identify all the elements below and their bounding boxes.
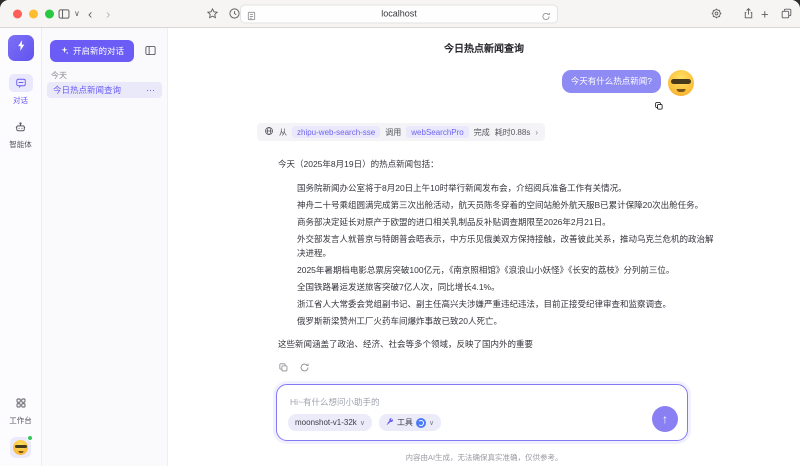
chevron-down-icon: ∨ bbox=[429, 419, 434, 427]
new-chat-label: 开启新的对话 bbox=[73, 45, 124, 57]
tools-label: 工具 bbox=[397, 417, 413, 428]
tool-call-server-tag: zhipu-web-search-sse bbox=[292, 126, 380, 138]
user-message-row: 今天有什么热点新闻? bbox=[562, 70, 694, 96]
new-chat-button[interactable]: 开启新的对话 bbox=[50, 40, 134, 62]
news-item: 浙江省人大常委会党组副书记、副主任高兴夫涉嫌严重违纪违法，目前正接受纪律审查和监… bbox=[297, 297, 714, 311]
copy-message-button[interactable] bbox=[654, 101, 664, 111]
browser-sidebar-toggle-icon[interactable] bbox=[56, 6, 72, 22]
chat-item-menu-icon[interactable]: ⋯ bbox=[146, 85, 156, 96]
news-item: 2025年暑期档电影总票房突破100亿元，《南京照相馆》《浪浪山小妖怪》《长安的… bbox=[297, 263, 714, 277]
model-selector[interactable]: moonshot-v1-32k ∨ bbox=[288, 414, 372, 431]
reload-icon[interactable] bbox=[541, 8, 552, 19]
assistant-response: 今天（2025年8月19日）的热点新闻包括： 国务院新闻办公室将于8月20日上午… bbox=[278, 158, 714, 373]
app-sidebar: 对话 智能体 bbox=[0, 28, 42, 466]
response-outro: 这些新闻涵盖了政治、经济、社会等多个领域，反映了国内外的重要 bbox=[278, 338, 714, 350]
profile-avatar[interactable] bbox=[10, 437, 31, 458]
send-button[interactable]: ↑ bbox=[652, 406, 678, 432]
sidebar-collapse-icon[interactable] bbox=[142, 42, 159, 59]
copy-response-button[interactable] bbox=[278, 362, 289, 373]
tool-call-tool-tag: webSearchPro bbox=[406, 126, 468, 138]
sidebar-item-label: 工作台 bbox=[9, 415, 32, 426]
window-zoom-button[interactable] bbox=[45, 9, 54, 18]
chat-bubble-icon bbox=[9, 74, 33, 92]
extensions-icon[interactable] bbox=[708, 6, 724, 22]
composer: Hi~有什么想问小助手的 moonshot-v1-32k ∨ 工具 ∨ bbox=[276, 384, 688, 441]
news-item: 神舟二十号乘组圆满完成第三次出舱活动，航天员陈冬穿着的空间站舱外航天服B已累计保… bbox=[297, 198, 714, 212]
url-text: localhost bbox=[257, 9, 541, 19]
news-list: 国务院新闻办公室将于8月20日上午10时举行新闻发布会，介绍阅兵准备工作有关情况… bbox=[278, 181, 714, 328]
app-logo[interactable] bbox=[8, 35, 34, 61]
window-close-button[interactable] bbox=[13, 9, 22, 18]
user-message-bubble: 今天有什么热点新闻? bbox=[562, 70, 661, 93]
news-item: 全国铁路暑运发送旅客突破7亿人次，同比增长4.1%。 bbox=[297, 280, 714, 294]
back-button[interactable]: ‹ bbox=[88, 7, 92, 20]
page-title: 今日热点新闻查询 bbox=[168, 40, 800, 55]
news-item: 国务院新闻办公室将于8月20日上午10时举行新闻发布会，介绍阅兵准备工作有关情况… bbox=[297, 181, 714, 195]
workbench-grid-icon bbox=[9, 394, 33, 412]
news-item: 俄罗斯新梁赞州工厂火药车间爆炸事故已致20人死亡。 bbox=[297, 314, 714, 328]
tab-overview-icon[interactable] bbox=[778, 6, 794, 22]
sidebar-item-label: 对话 bbox=[13, 95, 28, 106]
tools-badge-icon bbox=[416, 418, 426, 428]
bookmarks-star-icon[interactable] bbox=[204, 6, 220, 22]
regenerate-button[interactable] bbox=[299, 362, 310, 373]
composer-controls: moonshot-v1-32k ∨ 工具 ∨ bbox=[288, 414, 441, 431]
response-actions bbox=[278, 362, 714, 373]
share-icon[interactable] bbox=[740, 6, 756, 22]
browser-toolbar: ∨ ‹ › localhost bbox=[0, 0, 800, 28]
tool-call-from-label: 从 bbox=[279, 127, 287, 138]
news-item: 商务部决定延长对原产于欧盟的进口相关乳制品反补贴调查期限至2026年2月21日。 bbox=[297, 215, 714, 229]
chevron-down-icon[interactable]: ∨ bbox=[74, 10, 80, 18]
tool-call-status: 完成 bbox=[474, 127, 490, 138]
robot-icon bbox=[9, 118, 33, 136]
profile-avatar-emoji bbox=[13, 440, 28, 455]
new-tab-button[interactable]: + bbox=[761, 7, 769, 20]
response-intro: 今天（2025年8月19日）的热点新闻包括： bbox=[278, 158, 714, 170]
model-name: moonshot-v1-32k bbox=[295, 418, 357, 427]
chat-section-label: 今天 bbox=[51, 70, 67, 81]
news-item: 外交部发言人就普京与特朗普会晤表示，中方乐见俄美双方保持接触，改善彼此关系，推动… bbox=[297, 232, 714, 260]
user-avatar-emoji bbox=[668, 70, 694, 96]
chat-list-item[interactable]: 今日热点新闻查询 ⋯ bbox=[47, 82, 162, 98]
online-status-dot bbox=[27, 435, 33, 441]
message-input[interactable]: Hi~有什么想问小助手的 bbox=[290, 396, 380, 408]
wrench-icon bbox=[386, 418, 394, 428]
sidebar-item-chat[interactable]: 对话 bbox=[0, 74, 41, 106]
lightning-icon bbox=[15, 39, 28, 57]
forward-button[interactable]: › bbox=[106, 7, 110, 20]
chat-list-sidebar: 开启新的对话 今天 今日热点新闻查询 ⋯ bbox=[42, 28, 168, 466]
tool-call-icon bbox=[264, 126, 274, 138]
sparkle-icon bbox=[60, 46, 69, 57]
browser-window: ∨ ‹ › localhost bbox=[0, 0, 800, 466]
chat-main: 今日热点新闻查询 今天有什么热点新闻? 从 zhipu-web-search-s… bbox=[168, 28, 800, 466]
address-bar[interactable]: localhost bbox=[240, 4, 558, 23]
tool-call-duration: 耗时0.88s bbox=[495, 127, 531, 138]
ai-disclaimer: 内容由AI生成，无法确保真实准确，仅供参考。 bbox=[168, 452, 800, 463]
page-icon bbox=[246, 8, 257, 19]
window-minimize-button[interactable] bbox=[29, 9, 38, 18]
chevron-down-icon: ∨ bbox=[360, 419, 365, 427]
sidebar-item-agents[interactable]: 智能体 bbox=[0, 118, 41, 150]
sidebar-item-label: 智能体 bbox=[9, 139, 32, 150]
tool-call-invoke-label: 调用 bbox=[385, 127, 401, 138]
chat-item-title: 今日热点新闻查询 bbox=[53, 84, 146, 96]
tool-call-bar[interactable]: 从 zhipu-web-search-sse 调用 webSearchPro 完… bbox=[257, 123, 545, 141]
sidebar-item-workbench[interactable]: 工作台 bbox=[9, 394, 33, 426]
chevron-right-icon[interactable]: › bbox=[535, 128, 538, 137]
send-arrow-icon: ↑ bbox=[662, 412, 668, 426]
tools-selector[interactable]: 工具 ∨ bbox=[379, 414, 441, 431]
